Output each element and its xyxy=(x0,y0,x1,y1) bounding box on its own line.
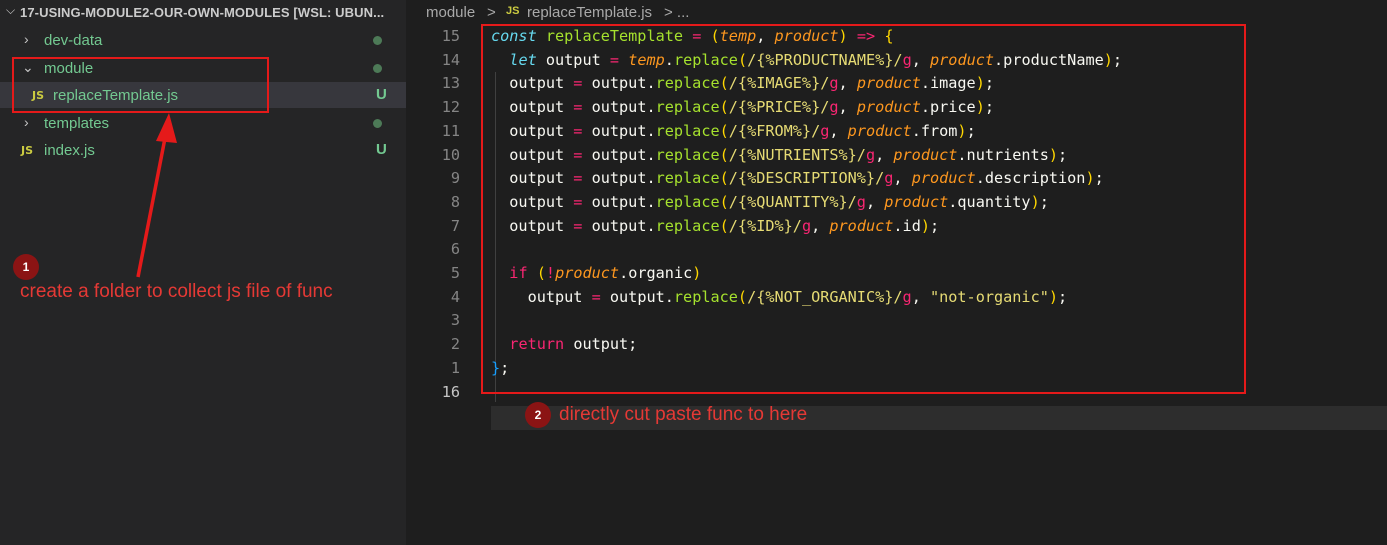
annotation-highlight-box xyxy=(481,24,1246,394)
line-number: 4 xyxy=(450,287,460,306)
line-number: 1 xyxy=(450,358,460,377)
breadcrumb-ellipsis[interactable]: > ... xyxy=(664,4,689,21)
annotation-arrow xyxy=(136,113,177,278)
breadcrumb: module > JS replaceTemplate.js > ... xyxy=(406,0,1387,24)
line-number: 13 xyxy=(441,74,460,93)
git-status-dot xyxy=(373,119,382,128)
chevron-right-icon: › xyxy=(24,31,29,47)
line-number: 2 xyxy=(450,335,460,354)
breadcrumb-folder[interactable]: module xyxy=(426,4,475,21)
line-number: 11 xyxy=(441,121,460,140)
tree-item-label: dev-data xyxy=(44,32,103,49)
js-file-icon: JS xyxy=(21,144,34,157)
line-number: 8 xyxy=(450,192,460,211)
line-number: 5 xyxy=(450,264,460,282)
line-number: 6 xyxy=(450,240,460,259)
git-status-dot xyxy=(373,36,382,45)
tree-item-label: index.js xyxy=(44,142,95,159)
js-file-icon: JS xyxy=(506,5,520,17)
annotation-note-1: create a folder to collect js file of fu… xyxy=(20,281,333,302)
chevron-right-icon: › xyxy=(24,114,29,130)
line-number: 9 xyxy=(450,169,460,188)
git-untracked-badge: U xyxy=(376,141,387,158)
line-number: 3 xyxy=(450,311,460,330)
chevron-down-icon[interactable]: ⌵ xyxy=(6,3,15,18)
tree-item-index-js[interactable]: JS index.js U xyxy=(0,137,406,163)
tree-item-label: templates xyxy=(44,115,110,132)
line-number: 15 xyxy=(441,27,460,45)
explorer-title: 17-USING-MODULE2-OUR-OWN-MODULES [WSL: U… xyxy=(20,5,385,20)
explorer-header[interactable]: ⌵ 17-USING-MODULE2-OUR-OWN-MODULES [WSL:… xyxy=(0,0,406,26)
breadcrumb-file[interactable]: replaceTemplate.js xyxy=(527,4,652,21)
annotation-number-1: 1 xyxy=(13,254,39,280)
breadcrumb-separator: > xyxy=(487,4,496,21)
git-untracked-badge: U xyxy=(376,86,387,103)
line-number: 12 xyxy=(441,98,460,117)
git-status-dot xyxy=(373,64,382,73)
tree-item-dev-data[interactable]: › dev-data xyxy=(0,27,406,53)
line-number: 16 xyxy=(441,382,460,401)
line-number: 7 xyxy=(450,216,460,235)
line-number: 14 xyxy=(441,50,460,69)
annotation-number-2: 2 xyxy=(525,402,551,428)
tree-item-templates[interactable]: › templates xyxy=(0,110,406,136)
line-number: 10 xyxy=(441,145,460,164)
annotation-note-2: directly cut paste func to here xyxy=(559,404,808,425)
